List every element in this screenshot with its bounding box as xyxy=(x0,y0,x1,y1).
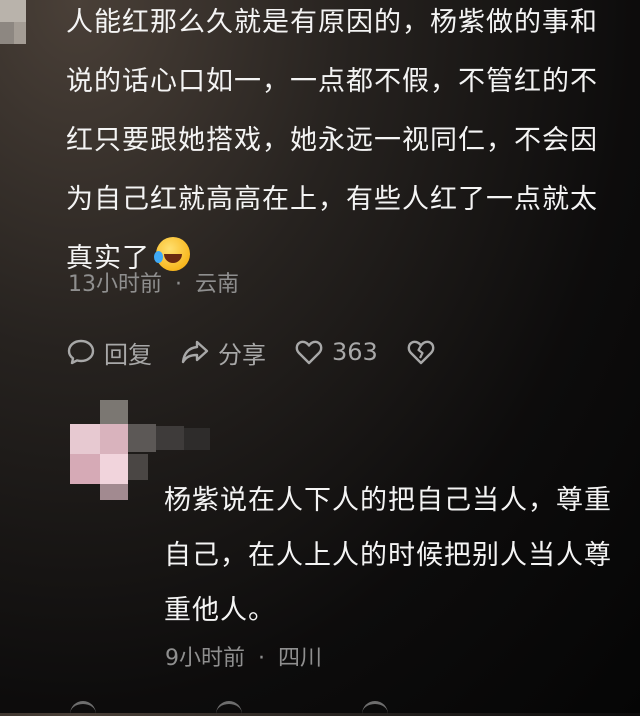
reply-body: 杨紫说在人下人的把自己当人，尊重 自己，在人上人的时候把别人当人尊 重他人。 xyxy=(164,478,612,633)
reply-meta: 9小时前 · 四川 xyxy=(165,640,322,672)
comment-bubble-icon xyxy=(67,339,95,365)
comment-body: 人能红那么久就是有原因的，杨紫做的事和 说的话心口如一，一点都不假，不管红的不 … xyxy=(66,0,598,281)
heart-icon xyxy=(295,340,323,365)
reply-label: 回复 xyxy=(104,340,152,369)
partial-action-icon[interactable] xyxy=(216,701,242,716)
reply-time: 9小时前 xyxy=(165,646,245,671)
comment-line: 为自己红就高高在上，有些人红了一点就太 xyxy=(66,184,598,215)
partial-action-icon[interactable] xyxy=(70,701,96,716)
share-arrow-icon xyxy=(181,340,209,364)
reply-actions-partial xyxy=(70,701,388,716)
partial-action-icon[interactable] xyxy=(362,701,388,716)
broken-heart-icon xyxy=(407,340,435,365)
comment-actions: 回复 分享 363 xyxy=(66,334,472,370)
comment-line: 人能红那么久就是有原因的，杨紫做的事和 xyxy=(66,7,598,38)
comment-time: 13小时前 xyxy=(68,272,162,297)
comment-meta: 13小时前 · 云南 xyxy=(68,266,239,298)
reply-line: 杨紫说在人下人的把自己当人，尊重 xyxy=(164,485,612,516)
reply-location: 四川 xyxy=(278,646,323,671)
dislike-button[interactable] xyxy=(406,337,444,367)
share-label: 分享 xyxy=(218,340,266,369)
comment-line: 红只要跟她搭戏，她永远一视同仁，不会因 xyxy=(66,125,598,156)
meta-separator: · xyxy=(175,272,182,297)
avatar-top[interactable] xyxy=(0,0,26,46)
reply-line: 重他人。 xyxy=(164,595,276,626)
comment-location: 云南 xyxy=(195,272,240,297)
like-count: 363 xyxy=(332,338,378,366)
reply-line: 自己，在人上人的时候把别人当人尊 xyxy=(164,540,612,571)
share-button[interactable]: 分享 xyxy=(180,335,266,370)
reply-button[interactable]: 回复 xyxy=(66,335,152,370)
meta-separator: · xyxy=(258,646,265,671)
like-button[interactable]: 363 xyxy=(294,337,378,367)
comment-line: 说的话心口如一，一点都不假，不管红的不 xyxy=(66,66,598,97)
